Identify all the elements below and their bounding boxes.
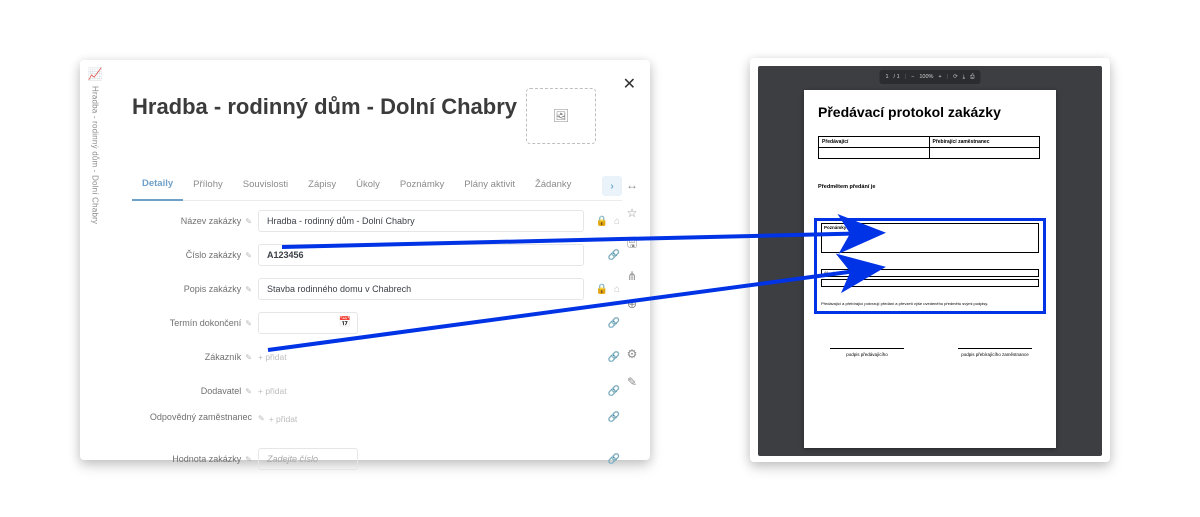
- lock-icon: 🔒: [596, 216, 608, 227]
- modal-action-rail: ↔ ☆ 🖫 ⋔ ⊕ ⚙ ✎: [626, 178, 638, 389]
- sidebar-collapsed-tab[interactable]: 📈 Hradba - rodinný dům - Dolní Chabry: [86, 68, 104, 248]
- label-customer: Zákazník: [205, 352, 242, 362]
- annotation-highlight: Poznámky k předání Škody: Předávající a …: [814, 218, 1046, 314]
- chart-icon: 📈: [88, 68, 103, 80]
- pdf-page: Předávací protokol zakázky Předávající P…: [804, 90, 1056, 448]
- row-order-name: Název zakázky✎ Hradba - rodinný dům - Do…: [140, 208, 620, 234]
- doc-footer-text: Předávající a přebírající potvrzují před…: [821, 301, 1039, 306]
- order-detail-modal: 📈 Hradba - rodinný dům - Dolní Chabry ✕ …: [80, 60, 650, 460]
- order-form: Název zakázky✎ Hradba - rodinný dům - Do…: [140, 208, 620, 480]
- image-icon: 🖼: [553, 108, 570, 124]
- star-icon[interactable]: ☆: [627, 206, 638, 220]
- add-customer[interactable]: + přidat: [258, 352, 287, 362]
- edit-icon[interactable]: ✎: [245, 251, 252, 260]
- zoom-level: 100%: [919, 74, 933, 80]
- page-of: / 1: [894, 74, 900, 80]
- label-deadline: Termín dokončení: [170, 318, 242, 328]
- link-icon: 🔗: [608, 386, 620, 397]
- add-responsible[interactable]: + přidat: [269, 414, 298, 424]
- expand-icon[interactable]: ↔: [626, 178, 638, 192]
- page-current[interactable]: 1: [885, 74, 888, 80]
- label-order-name: Název zakázky: [181, 216, 242, 226]
- input-order-desc[interactable]: Stavba rodinného domu v Chabrech: [258, 278, 584, 300]
- save-icon[interactable]: 🖫: [627, 234, 637, 255]
- link-icon: 🔗: [608, 454, 620, 465]
- subject-label: Předmětem předání je: [818, 184, 875, 190]
- row-order-number: Číslo zakázky✎ A123456 🔗: [140, 242, 620, 268]
- doc-title: Předávací protokol zakázky: [818, 104, 1001, 120]
- edit-icon[interactable]: ✎: [245, 285, 252, 294]
- link-icon: 🔗: [608, 352, 620, 363]
- signature-caption-left: podpis předávajícího: [830, 352, 904, 357]
- close-icon[interactable]: ✕: [623, 74, 636, 94]
- input-deadline[interactable]: 📅: [258, 312, 358, 334]
- share-icon[interactable]: ⋔: [627, 269, 637, 283]
- label-order-number: Číslo zakázky: [186, 250, 242, 260]
- gear-icon[interactable]: ⚙: [627, 347, 638, 361]
- tabs-bar: Detaily Přílohy Souvislosti Zápisy Úkoly…: [132, 172, 622, 201]
- doc-empty-row: [821, 279, 1039, 287]
- label-responsible: Odpovědný zaměstnanec: [150, 412, 252, 423]
- edit-icon[interactable]: ✎: [258, 414, 265, 423]
- globe-icon[interactable]: ⊕: [627, 297, 637, 311]
- row-supplier: Dodavatel✎ + přidat 🔗: [140, 378, 620, 404]
- pdf-toolbar: 1 / 1 | − 100% + | ⟳ ⤓ ⎙: [879, 70, 980, 84]
- image-placeholder[interactable]: 🖼: [526, 88, 596, 144]
- edit-icon[interactable]: ✎: [245, 217, 252, 226]
- add-supplier[interactable]: + přidat: [258, 386, 287, 396]
- zoom-in-icon[interactable]: +: [938, 74, 941, 80]
- edit-icon[interactable]: ✎: [245, 319, 252, 328]
- doc-header-table: Předávající Přebírající zaměstnanec: [818, 136, 1040, 159]
- row-value: Hodnota zakázky ✎ Zadejte číslo 🔗: [140, 446, 620, 472]
- pdf-preview-panel: 1 / 1 | − 100% + | ⟳ ⤓ ⎙ Předávací proto…: [750, 58, 1110, 462]
- tag-icon: ⌂: [614, 216, 620, 227]
- hdr-predavajici: Předávající: [819, 137, 930, 148]
- download-icon[interactable]: ⤓: [963, 74, 965, 81]
- tabs-scroll-right[interactable]: ›: [602, 176, 622, 196]
- notes-label: Poznámky k předání: [822, 224, 1038, 231]
- input-value[interactable]: Zadejte číslo: [258, 448, 358, 470]
- doc-damage-row: Škody:: [821, 269, 1039, 277]
- link-icon: 🔗: [608, 412, 620, 423]
- label-order-desc: Popis zakázky: [184, 284, 242, 294]
- label-value: Hodnota zakázky: [172, 454, 241, 464]
- signature-line-right: [958, 348, 1032, 349]
- link-icon: 🔗: [608, 250, 620, 261]
- tab-detaily[interactable]: Detaily: [132, 172, 183, 201]
- edit-icon[interactable]: ✎: [245, 353, 252, 362]
- input-order-name[interactable]: Hradba - rodinný dům - Dolní Chabry: [258, 210, 584, 232]
- edit-icon[interactable]: ✎: [245, 387, 252, 396]
- calendar-icon: 📅: [339, 317, 351, 328]
- tab-poznamky[interactable]: Poznámky: [390, 173, 454, 200]
- sidebar-tab-label: Hradba - rodinný dům - Dolní Chabry: [91, 86, 100, 224]
- input-order-number[interactable]: A123456: [258, 244, 584, 266]
- row-responsible: Odpovědný zaměstnanec ✎ + přidat 🔗: [140, 412, 620, 438]
- lock-icon: 🔒: [596, 284, 608, 295]
- tab-ukoly[interactable]: Úkoly: [346, 173, 390, 200]
- doc-notes-box: Poznámky k předání: [821, 223, 1039, 253]
- tab-plany-aktivit[interactable]: Plány aktivit: [454, 173, 525, 200]
- label-supplier: Dodavatel: [201, 386, 242, 396]
- pencil-icon[interactable]: ✎: [627, 375, 637, 389]
- pdf-viewer: 1 / 1 | − 100% + | ⟳ ⤓ ⎙ Předávací proto…: [758, 66, 1102, 456]
- tab-zadanky[interactable]: Žádanky: [525, 173, 581, 200]
- signature-caption-right: podpis přebírajícího zaměstnance: [958, 352, 1032, 357]
- link-icon: 🔗: [608, 318, 620, 329]
- row-customer: Zákazník✎ + přidat 🔗: [140, 344, 620, 370]
- tag-icon: ⌂: [614, 284, 620, 295]
- tab-zapisy[interactable]: Zápisy: [298, 173, 346, 200]
- row-deadline: Termín dokončení✎ 📅 🔗: [140, 310, 620, 336]
- edit-icon[interactable]: ✎: [245, 455, 252, 464]
- row-order-desc: Popis zakázky✎ Stavba rodinného domu v C…: [140, 276, 620, 302]
- hdr-prebirajici: Přebírající zaměstnanec: [929, 137, 1040, 148]
- tab-souvislosti[interactable]: Souvislosti: [233, 173, 298, 200]
- zoom-out-icon[interactable]: −: [911, 74, 914, 80]
- page-title: Hradba - rodinný dům - Dolní Chabry: [132, 94, 517, 120]
- signature-line-left: [830, 348, 904, 349]
- print-icon[interactable]: ⎙: [970, 74, 974, 81]
- rotate-icon[interactable]: ⟳: [953, 74, 958, 80]
- tab-prilohy[interactable]: Přílohy: [183, 173, 233, 200]
